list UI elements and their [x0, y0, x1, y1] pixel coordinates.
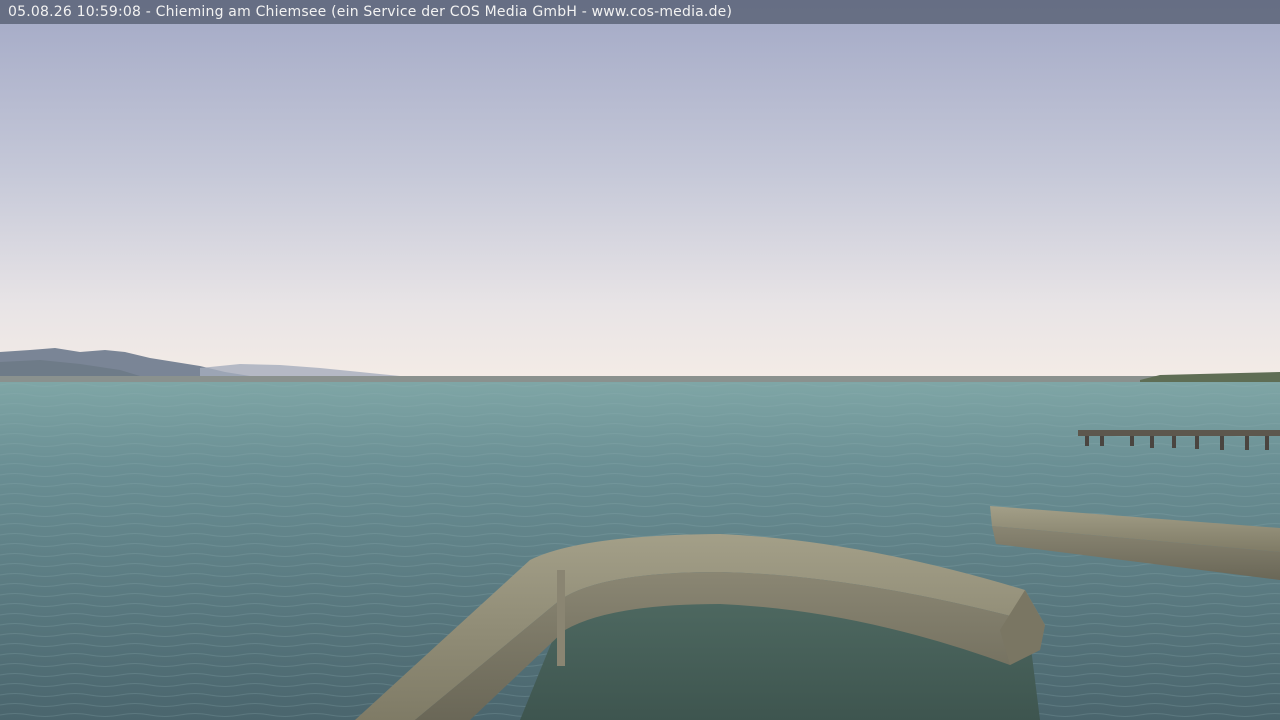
webcam-frame: 05.08.26 10:59:08 - Chieming am Chiemsee… [0, 0, 1280, 720]
mooring-post [557, 570, 565, 666]
timestamp-caption: 05.08.26 10:59:08 - Chieming am Chiemsee… [0, 0, 1280, 24]
sky [0, 0, 1280, 382]
webcam-image [0, 0, 1280, 720]
horizon-shore [0, 376, 1280, 382]
